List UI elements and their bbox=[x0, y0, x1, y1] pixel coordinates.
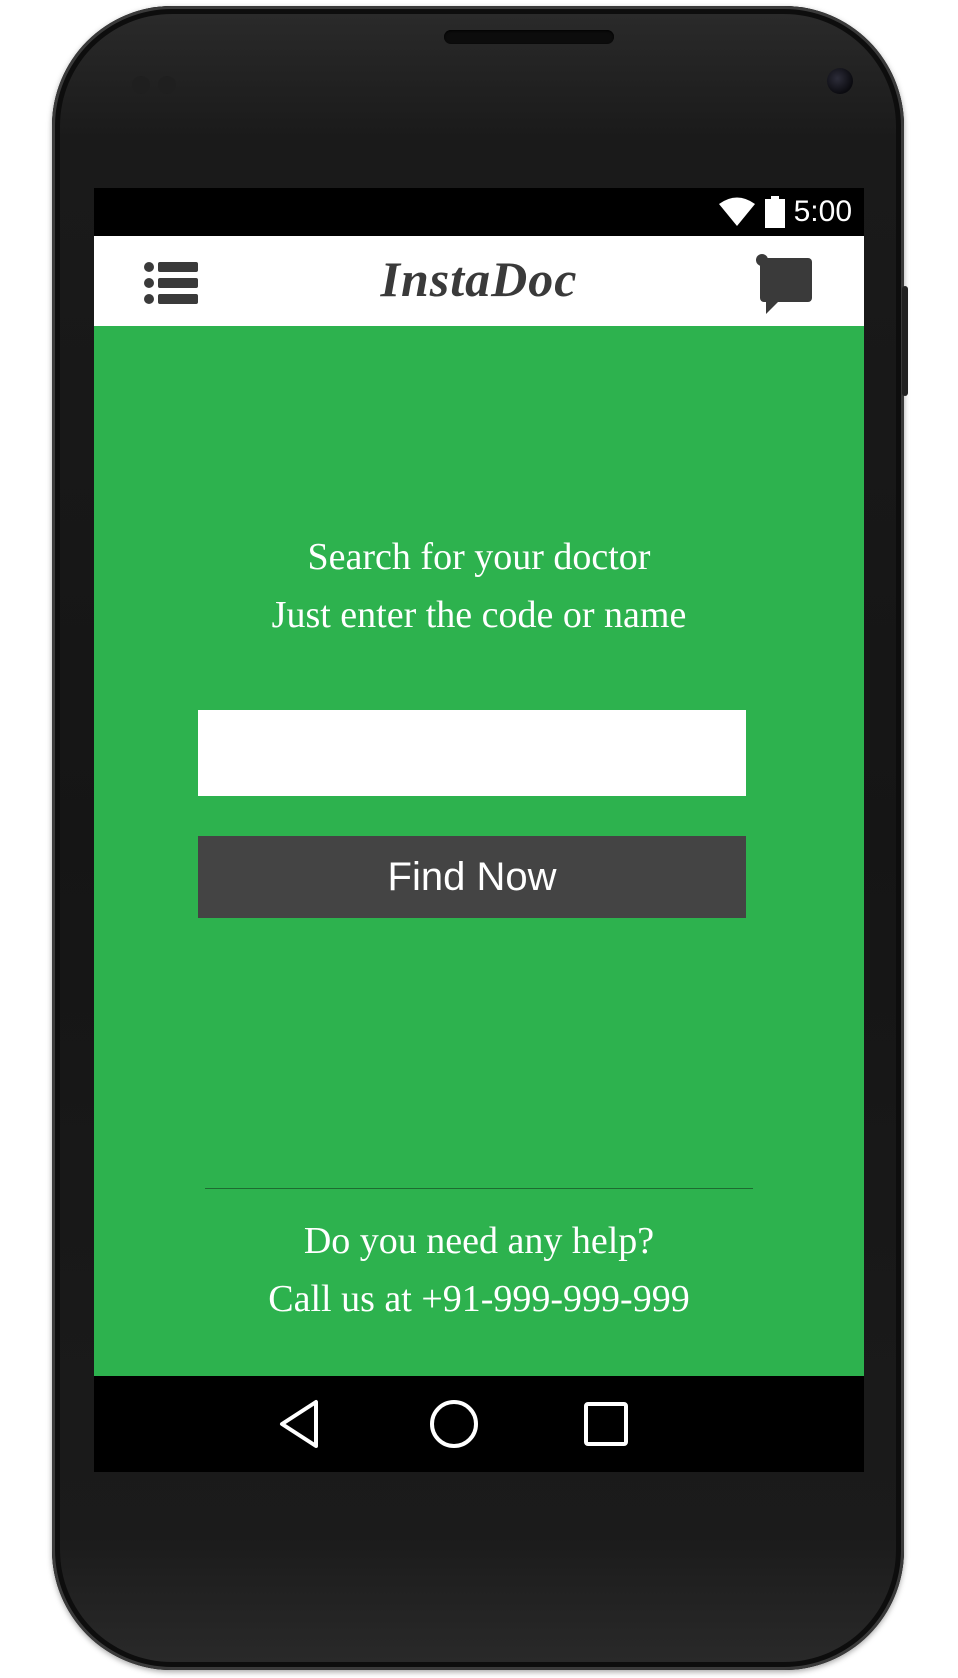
proximity-sensor bbox=[132, 76, 150, 94]
front-camera bbox=[827, 68, 853, 94]
help-section: Do you need any help? Call us at +91-999… bbox=[94, 1212, 864, 1328]
battery-icon bbox=[764, 196, 785, 228]
app-screen: 5:00 InstaDoc Search for your doctor Jus bbox=[94, 188, 864, 1472]
back-icon bbox=[280, 1400, 318, 1448]
status-bar: 5:00 bbox=[94, 188, 864, 236]
back-button[interactable] bbox=[274, 1396, 330, 1452]
divider bbox=[205, 1188, 753, 1189]
recents-icon bbox=[584, 1402, 628, 1446]
navigation-bar bbox=[94, 1376, 864, 1472]
home-button[interactable] bbox=[426, 1396, 482, 1452]
search-subheading: Just enter the code or name bbox=[271, 594, 687, 636]
recents-button[interactable] bbox=[578, 1396, 634, 1452]
power-button[interactable] bbox=[902, 286, 908, 396]
find-now-button[interactable]: Find Now bbox=[198, 836, 746, 918]
chat-bubble-icon bbox=[756, 254, 812, 314]
help-question: Do you need any help? bbox=[303, 1220, 655, 1262]
earpiece-speaker bbox=[444, 30, 614, 44]
light-sensor bbox=[158, 76, 176, 94]
wifi-icon bbox=[718, 197, 755, 226]
status-time: 5:00 bbox=[793, 195, 852, 228]
home-icon bbox=[430, 1400, 478, 1448]
doctor-search-input[interactable] bbox=[198, 710, 746, 796]
app-bar: InstaDoc bbox=[94, 236, 864, 326]
search-instructions: Search for your doctor Just enter the co… bbox=[94, 528, 864, 644]
app-title: InstaDoc bbox=[380, 251, 578, 307]
chat-button[interactable] bbox=[756, 254, 816, 316]
help-phone[interactable]: Call us at +91-999-999-999 bbox=[94, 1270, 864, 1328]
search-heading: Search for your doctor bbox=[307, 536, 651, 578]
